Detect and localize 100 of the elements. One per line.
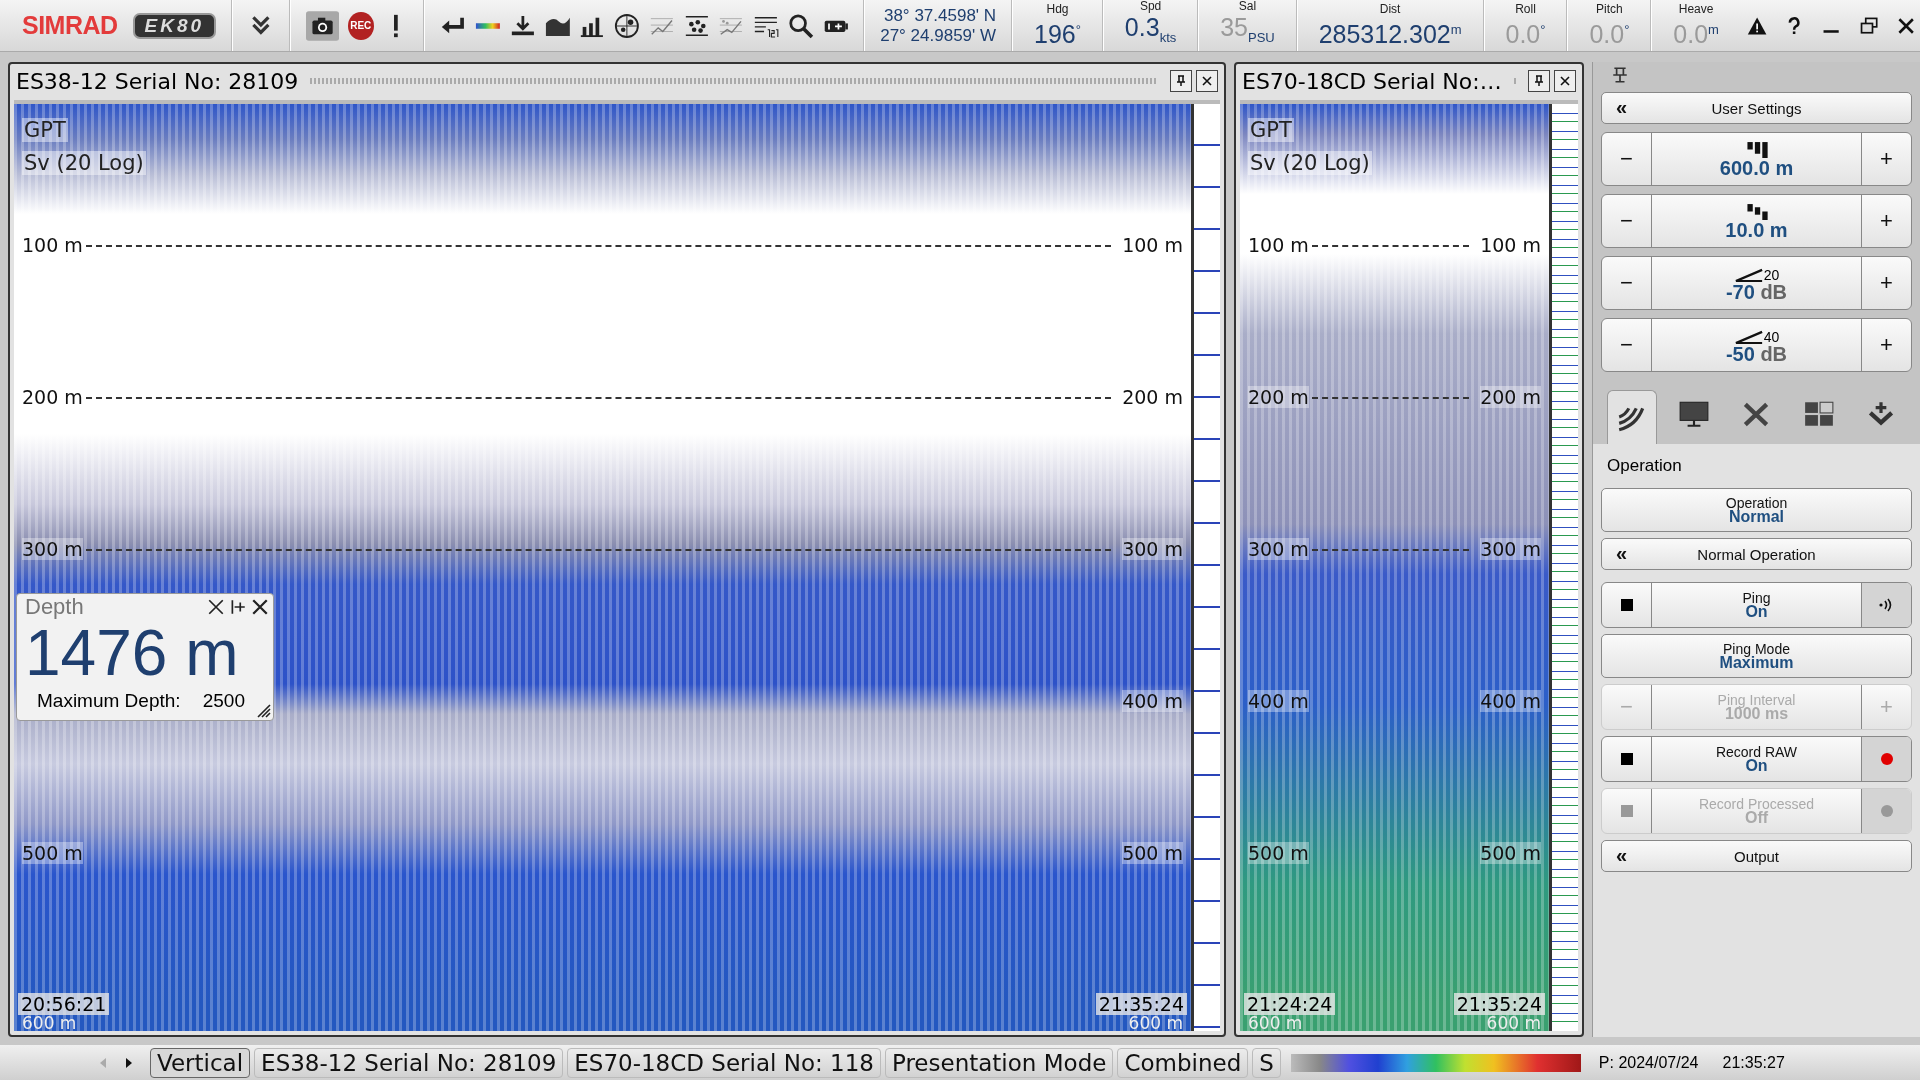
readout-label: Sal — [1238, 0, 1257, 13]
setting-value: -50 dB — [1725, 344, 1788, 364]
search-icon[interactable] — [787, 12, 814, 39]
menu-button[interactable]: « Output — [1601, 840, 1912, 872]
toggle-button[interactable]: Record RAW On — [1652, 737, 1861, 781]
decrease-button[interactable]: − — [1602, 195, 1652, 247]
panel-title: ES38-12 Serial No: 28109 — [16, 68, 299, 94]
echogram-label: GPT — [1248, 118, 1294, 142]
view-tab[interactable]: Combined — [1117, 1047, 1249, 1078]
readout-value: 0.0$^{°}$ — [1505, 19, 1546, 49]
increase-button[interactable]: + — [1861, 195, 1911, 247]
readout-value: 0.3$_{kts}$ — [1124, 13, 1177, 47]
increase-button[interactable]: + — [1861, 133, 1911, 185]
end-time: 21:35:24 — [1453, 993, 1545, 1015]
depth-label: 600 m — [1128, 1013, 1183, 1031]
echogram-label: GPT — [22, 118, 68, 142]
record-dot-icon — [1879, 752, 1894, 766]
view-tab[interactable]: ES70-18CD Serial No: 118 — [567, 1047, 881, 1078]
grid-layout-icon — [1802, 400, 1835, 428]
view-tab[interactable]: Vertical — [150, 1047, 251, 1078]
depth-label: 400 m — [1480, 690, 1541, 712]
slope-icon — [1733, 267, 1764, 282]
user-settings-button[interactable]: « User Settings — [1601, 92, 1912, 124]
product-badge: EK80 — [132, 12, 217, 39]
pin-icon — [1175, 75, 1187, 87]
dock-icon[interactable] — [229, 598, 247, 616]
depth-label: 600 m — [1486, 1013, 1541, 1031]
longitude-readout: 27° 24.9859' W — [880, 25, 997, 46]
depth-label: 300 m — [1480, 538, 1541, 560]
increase-button[interactable]: + — [1861, 257, 1911, 309]
depth-label: 400 m — [1122, 690, 1183, 712]
readout-value: 0.0$^{m}$ — [1673, 19, 1719, 49]
dropdown-button[interactable]: Operation Normal — [1601, 488, 1912, 532]
close-button[interactable] — [1554, 70, 1576, 92]
depth-label: 200 m — [1480, 386, 1541, 408]
close-icon — [1201, 75, 1213, 87]
close-button[interactable] — [1196, 70, 1218, 92]
stop-icon — [1620, 753, 1633, 765]
resize-grip-icon[interactable] — [255, 702, 271, 718]
readout-value: 196$^{°}$ — [1034, 19, 1081, 49]
stop-icon — [1620, 805, 1633, 817]
max-depth-label: Maximum Depth: — [37, 690, 181, 712]
setting-value: -70 dB — [1725, 282, 1788, 302]
depth-label: 500 m — [1248, 842, 1309, 864]
pin-button[interactable] — [1528, 70, 1550, 92]
tvg-exponent: 40 — [1763, 330, 1780, 344]
logo: SIMRAD — [22, 11, 118, 40]
view-tab[interactable]: S — [1252, 1047, 1281, 1078]
max-depth-value: 2500 — [202, 690, 245, 712]
depth-value: 1476 m — [25, 620, 240, 686]
setting-value: 600.0 m — [1719, 157, 1794, 178]
echogram-label: Sv (20 Log) — [1248, 151, 1372, 175]
end-time: 21:35:24 — [1095, 993, 1187, 1015]
record-dot-icon — [1879, 804, 1894, 818]
close-icon — [1559, 75, 1571, 87]
monitor-icon — [1678, 400, 1711, 428]
stepper-value: 1000 ms — [1724, 707, 1789, 721]
depth-label: 600 m — [1248, 1013, 1303, 1031]
readout-value: 285312.302$^{m}$ — [1318, 19, 1462, 49]
depth-label: 600 m — [22, 1013, 77, 1031]
depth-label: 500 m — [1122, 842, 1183, 864]
stop-icon — [1620, 599, 1633, 611]
depth-label: 400 m — [1248, 690, 1309, 712]
echogram-label: Sv (20 Log) — [22, 151, 146, 175]
latitude-readout: 38° 37.4598' N — [883, 5, 997, 26]
toggle-button[interactable]: Ping On — [1652, 583, 1861, 627]
depth-label: 500 m — [1480, 842, 1541, 864]
start-time: 21:24:24 — [1244, 993, 1336, 1015]
target-icon[interactable] — [614, 12, 640, 39]
readout-value: 35$_{PSU}$ — [1220, 13, 1275, 47]
camera-icon[interactable] — [305, 8, 339, 43]
indicator-button[interactable] — [1861, 737, 1911, 781]
increase-button[interactable]: + — [1861, 319, 1911, 371]
close-icon[interactable] — [251, 598, 269, 616]
decrease-button[interactable]: − — [1602, 133, 1652, 185]
panel-title: ES70-18CD Serial No:… — [1242, 68, 1502, 94]
stepper-label: Ping Interval — [1717, 693, 1796, 707]
readout-label: Heave — [1678, 2, 1714, 17]
readout-label: Hdg — [1046, 2, 1069, 17]
indicator-button[interactable] — [1861, 583, 1911, 627]
pin-button[interactable] — [1170, 70, 1192, 92]
menu-button[interactable]: « Normal Operation — [1601, 538, 1912, 570]
readout-label: Roll — [1515, 2, 1536, 17]
dropdown-button[interactable]: Ping Mode Maximum — [1601, 634, 1912, 678]
view-tab[interactable]: ES38-12 Serial No: 28109 — [254, 1047, 564, 1078]
pin-icon[interactable] — [1611, 66, 1629, 84]
decrease-button[interactable]: − — [1602, 257, 1652, 309]
section-title: Operation — [1607, 456, 1683, 476]
depth-label: 200 m — [1248, 386, 1309, 408]
view-tab[interactable]: Presentation Mode — [884, 1047, 1114, 1078]
setting-value: 10.0 m — [1725, 219, 1788, 240]
expand-icon[interactable] — [207, 598, 225, 616]
start-time: 20:56:21 — [18, 993, 110, 1015]
depth-label: 300 m — [22, 538, 83, 560]
tvg-exponent: 20 — [1763, 268, 1780, 282]
transducer-tab[interactable] — [1607, 390, 1658, 444]
decrease-button[interactable]: − — [1602, 319, 1652, 371]
scroll-right-icon[interactable] — [124, 1056, 134, 1069]
record-button[interactable]: REC — [347, 11, 374, 40]
depth-window-title: Depth — [25, 594, 85, 620]
